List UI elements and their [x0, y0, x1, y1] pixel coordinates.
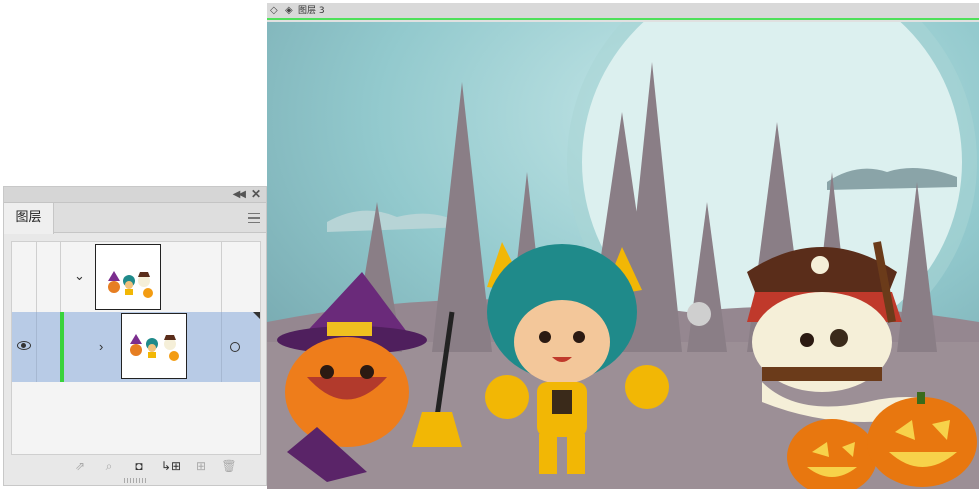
- chevron-right-icon[interactable]: ›: [99, 339, 103, 355]
- new-sublayer-icon[interactable]: ↳⊞: [161, 459, 181, 473]
- panel-tab-strip: 图层: [4, 203, 266, 234]
- resize-grip[interactable]: [124, 478, 146, 483]
- layers-panel: ◀◀ ✕ 图层 ⌄ › ⇗ ⌕ ◘ ↳⊞ ⊞ 🗑: [3, 186, 267, 486]
- target-circle-icon[interactable]: [230, 342, 240, 352]
- selection-corner-icon: [253, 312, 260, 319]
- column-divider: [60, 242, 61, 312]
- layers-stack-icon: ◈: [285, 5, 293, 16]
- column-divider: [36, 312, 37, 382]
- eye-visibility-icon[interactable]: [17, 341, 31, 350]
- active-layer-indicator: [60, 312, 64, 382]
- clipping-mask-icon[interactable]: ◘: [131, 459, 147, 473]
- chevron-down-icon[interactable]: ⌄: [74, 268, 85, 284]
- hamburger-menu-icon[interactable]: [248, 213, 260, 223]
- document-tab-bar[interactable]: ◇ ◈ 图层 3: [267, 3, 979, 20]
- artboard-canvas[interactable]: [267, 22, 979, 489]
- tab-layers[interactable]: 图层: [4, 203, 54, 234]
- layer-thumbnail: [121, 313, 187, 379]
- layer-thumbnail: [95, 244, 161, 310]
- close-icon[interactable]: ✕: [251, 187, 261, 201]
- search-icon[interactable]: ⌕: [101, 459, 117, 473]
- panel-bottom-toolbar: ⇗ ⌕ ◘ ↳⊞ ⊞ 🗑: [4, 455, 266, 477]
- export-icon[interactable]: ⇗: [72, 459, 88, 473]
- double-chevron-left-icon[interactable]: ◀◀: [233, 188, 246, 202]
- layer-row-selected[interactable]: ›: [12, 312, 260, 382]
- panel-title-bar[interactable]: ◀◀ ✕: [4, 187, 266, 203]
- diamond-arrows-icon[interactable]: ◇: [270, 4, 278, 18]
- column-divider: [36, 242, 37, 312]
- app-window: ◀◀ ✕ 图层 ⌄ › ⇗ ⌕ ◘ ↳⊞ ⊞ 🗑 ◇ ◈ 图层 3: [0, 0, 979, 489]
- halloween-illustration: [267, 22, 979, 489]
- new-layer-icon[interactable]: ⊞: [193, 459, 209, 473]
- column-divider: [221, 242, 222, 312]
- thumbnail-art-icon: [108, 271, 153, 298]
- thumbnail-art-icon: [130, 334, 179, 361]
- trash-icon[interactable]: 🗑: [221, 459, 237, 473]
- layers-list: ⌄ ›: [11, 241, 261, 455]
- document-window: ◇ ◈ 图层 3: [267, 3, 979, 489]
- layer-row-group[interactable]: ⌄: [12, 242, 260, 312]
- column-divider: [221, 312, 222, 382]
- document-title: 图层 3: [298, 6, 325, 16]
